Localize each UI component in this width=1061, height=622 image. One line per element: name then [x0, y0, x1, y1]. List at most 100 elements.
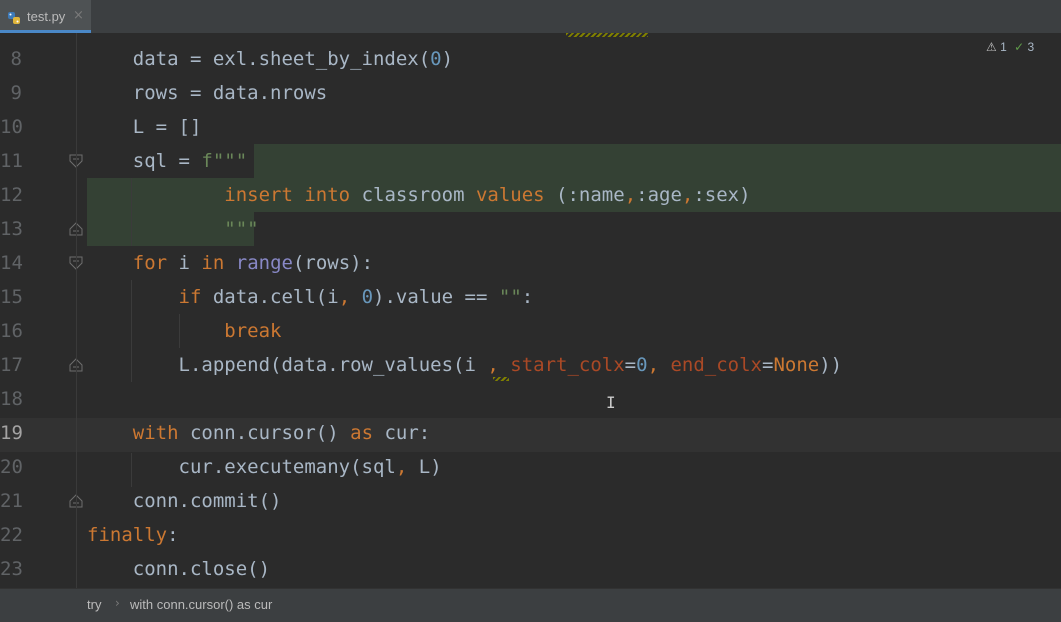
code-line[interactable]: 11 sql = f""": [0, 144, 1061, 178]
code-token: )): [819, 354, 843, 376]
code-text: conn.close(): [87, 552, 270, 586]
line-number: 17: [0, 354, 23, 376]
code-token: cur.executemany(sql: [87, 456, 396, 478]
code-token: 0: [430, 48, 442, 70]
code-token: end_colx: [670, 354, 762, 376]
code-text: cur.executemany(sql, L): [87, 450, 442, 484]
line-number: 18: [0, 388, 23, 410]
code-token: start_colx: [510, 354, 625, 376]
code-text: insert into classroom values (:name,:age…: [87, 178, 750, 212]
line-number: 20: [0, 456, 23, 478]
code-token: as: [350, 422, 374, 444]
code-token: finally: [87, 524, 168, 546]
code-token: classroom: [350, 184, 476, 206]
code-token: :: [167, 524, 179, 546]
code-token: """: [224, 218, 259, 240]
weak-warning-squiggle: [566, 33, 648, 37]
code-line[interactable]: 16 break: [0, 314, 1061, 348]
code-text: sql = f""": [87, 144, 247, 178]
code-line[interactable]: 14 for i in range(rows):: [0, 246, 1061, 280]
code-line[interactable]: 8 data = exl.sheet_by_index(0): [0, 42, 1061, 76]
code-text: if data.cell(i, 0).value == "":: [87, 280, 534, 314]
code-token: (rows):: [292, 252, 374, 274]
code-token: L): [407, 456, 442, 478]
tab-filename: test.py: [27, 9, 66, 24]
code-token: insert into: [224, 184, 351, 206]
warning-icon: ⚠: [986, 40, 997, 54]
line-number: 10: [0, 116, 23, 138]
breadcrumb-item-try[interactable]: try: [87, 597, 101, 612]
line-number: 16: [0, 320, 23, 342]
code-token: ,: [681, 184, 694, 206]
code-text: conn.commit(): [87, 484, 282, 518]
line-number: 15: [0, 286, 23, 308]
code-token: sql =: [87, 150, 202, 172]
line-number: 23: [0, 558, 23, 580]
line-number: 8: [10, 48, 22, 70]
code-token: conn.close(): [87, 558, 271, 580]
inspection-widget[interactable]: ⚠ 1 ✓ 3: [986, 40, 1034, 54]
code-line[interactable]: 13 """: [0, 212, 1061, 246]
code-line[interactable]: 18: [0, 382, 1061, 416]
code-text: L.append(data.row_values(i , start_colx=…: [87, 348, 843, 382]
code-text: L = []: [87, 110, 202, 144]
breadcrumb-item-with[interactable]: with conn.cursor() as cur: [130, 597, 272, 612]
breadcrumb: try › with conn.cursor() as cur: [0, 588, 1061, 622]
code-text: data = exl.sheet_by_index(0): [87, 42, 453, 76]
code-token: conn.cursor(): [178, 422, 351, 444]
code-token: cur:: [373, 422, 431, 444]
code-line[interactable]: 12 insert into classroom values (:name,:…: [0, 178, 1061, 212]
check-icon: ✓: [1014, 40, 1025, 54]
code-token: :: [521, 286, 534, 308]
code-token: ,: [338, 286, 351, 308]
warning-count: 1: [1000, 40, 1007, 54]
close-icon[interactable]: ×: [73, 8, 84, 23]
code-line[interactable]: 23 conn.close(): [0, 552, 1061, 586]
tab-test-py[interactable]: test.py ×: [0, 0, 91, 33]
code-text: finally:: [87, 518, 179, 552]
code-token: ).value ==: [373, 286, 499, 308]
line-number: 9: [10, 82, 22, 104]
code-text: with conn.cursor() as cur:: [87, 416, 430, 450]
code-token: for: [132, 252, 168, 274]
code-token: conn.commit(): [87, 490, 282, 512]
text-cursor-icon: I: [606, 393, 616, 412]
code-token: ,: [395, 456, 408, 478]
line-number: 21: [0, 490, 23, 512]
code-line[interactable]: 21 conn.commit(): [0, 484, 1061, 518]
code-token: i: [167, 252, 202, 274]
code-text: break: [87, 314, 281, 348]
code-token: 0: [636, 354, 648, 376]
code-editor[interactable]: 8 data = exl.sheet_by_index(0) 9 rows = d…: [0, 33, 1061, 588]
code-token: break: [224, 320, 282, 342]
code-line[interactable]: 22 finally:: [0, 518, 1061, 552]
code-line[interactable]: 17 L.append(data.row_values(i , start_co…: [0, 348, 1061, 382]
line-number: 12: [0, 184, 23, 206]
code-text: rows = data.nrows: [87, 76, 327, 110]
code-token: if: [178, 286, 202, 308]
code-token: 0: [361, 286, 374, 308]
code-token: "": [498, 286, 522, 308]
code-token: values: [475, 184, 545, 206]
code-token: in: [201, 252, 225, 274]
code-line[interactable]: 15 if data.cell(i, 0).value == "":: [0, 280, 1061, 314]
code-line[interactable]: 10 L = []: [0, 110, 1061, 144]
code-token: :age: [636, 184, 682, 206]
code-token: ): [441, 48, 454, 70]
code-line[interactable]: 9 rows = data.nrows: [0, 76, 1061, 110]
code-line[interactable]: 20 cur.executemany(sql, L): [0, 450, 1061, 484]
line-number: 11: [0, 150, 23, 172]
chevron-right-icon: ›: [115, 596, 120, 610]
python-file-icon: [8, 12, 20, 24]
code-token: =: [762, 354, 774, 376]
code-line[interactable]: 19 with conn.cursor() as cur:: [0, 416, 1061, 450]
code-token: None: [773, 354, 820, 376]
weak-warning-count: 3: [1027, 40, 1035, 54]
